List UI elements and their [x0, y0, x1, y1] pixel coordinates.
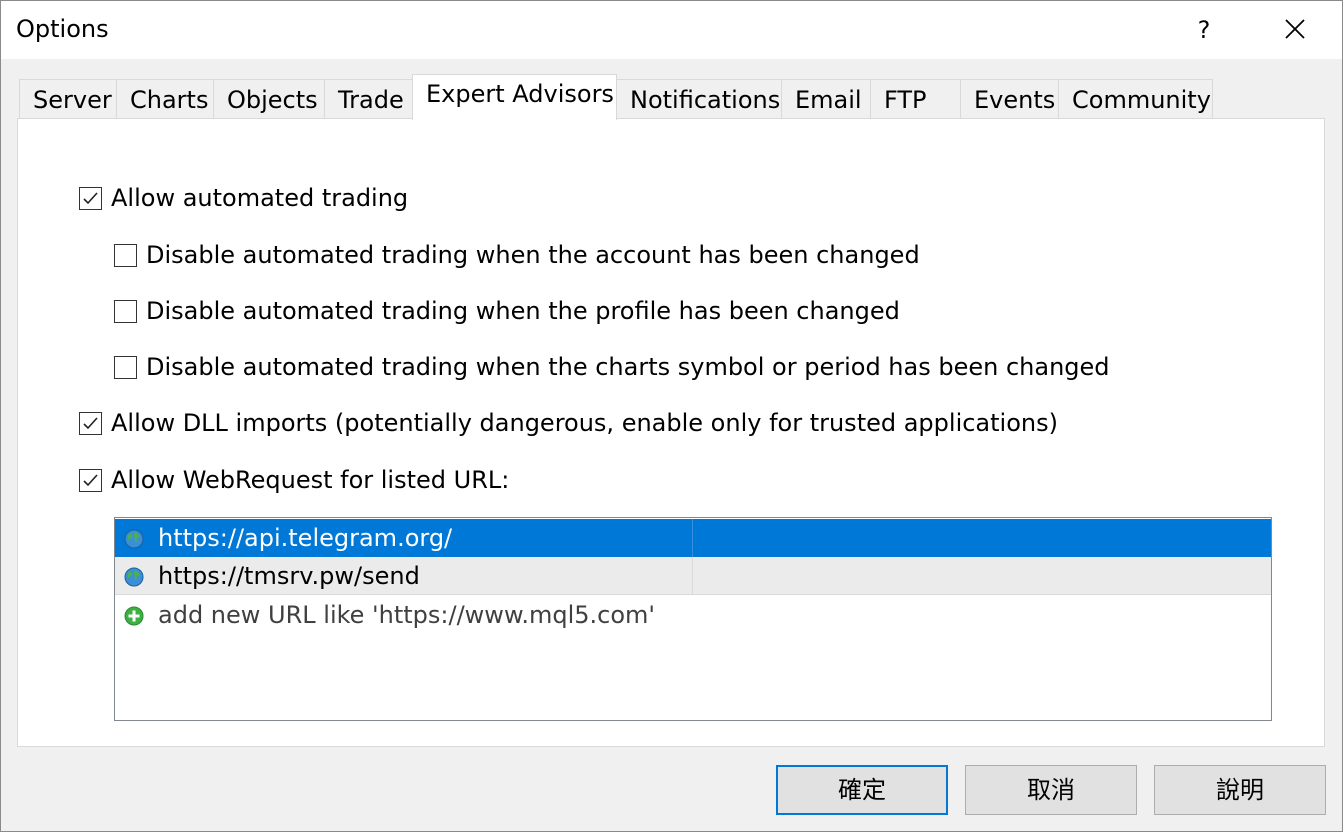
allow-dll-imports-option[interactable]: Allow DLL imports (potentially dangerous…: [79, 407, 1058, 439]
disable-on-profile-change-checkbox[interactable]: [114, 299, 137, 323]
add-url-placeholder: add new URL like 'https://www.mql5.com': [158, 601, 656, 629]
help-dialog-button[interactable]: 說明: [1154, 765, 1326, 815]
tab-email[interactable]: Email: [781, 79, 871, 118]
tab-charts[interactable]: Charts: [116, 79, 214, 118]
tab-strip: Server Charts Objects Trade Expert Advis…: [19, 74, 1319, 120]
allow-dll-imports-checkbox[interactable]: [79, 411, 102, 435]
checkmark-icon: [83, 191, 98, 204]
url-text: https://api.telegram.org/: [158, 524, 453, 552]
url-text: https://tmsrv.pw/send: [158, 562, 420, 590]
dialog-title: Options: [16, 15, 109, 43]
allow-webrequest-label: Allow WebRequest for listed URL:: [111, 466, 510, 494]
tab-notifications[interactable]: Notifications: [616, 79, 782, 118]
tab-expert-advisors[interactable]: Expert Advisors: [412, 74, 617, 120]
allow-automated-trading-label: Allow automated trading: [111, 184, 409, 212]
title-bar: Options ?: [1, 1, 1342, 59]
ok-button[interactable]: 確定: [776, 765, 948, 815]
checkmark-icon: [83, 473, 98, 486]
close-button[interactable]: [1271, 10, 1319, 50]
allow-automated-trading-option[interactable]: Allow automated trading: [79, 182, 408, 214]
tab-objects[interactable]: Objects: [213, 79, 325, 118]
tab-community[interactable]: Community: [1058, 79, 1213, 118]
checkmark-icon: [83, 416, 98, 429]
tab-events[interactable]: Events: [960, 79, 1059, 118]
allow-webrequest-checkbox[interactable]: [79, 468, 102, 492]
url-cell: https://api.telegram.org/: [115, 519, 693, 557]
tab-ftp[interactable]: FTP: [870, 79, 961, 118]
cancel-button[interactable]: 取消: [965, 765, 1137, 815]
options-dialog: Options ? Server Charts Objects Trade Ex…: [0, 0, 1343, 832]
close-icon: [1285, 19, 1305, 39]
disable-on-symbol-change-option[interactable]: Disable automated trading when the chart…: [114, 351, 1110, 383]
tab-server[interactable]: Server: [19, 79, 117, 118]
disable-on-account-change-checkbox[interactable]: [114, 243, 137, 267]
add-url-row[interactable]: add new URL like 'https://www.mql5.com': [115, 596, 1271, 634]
allow-webrequest-option[interactable]: Allow WebRequest for listed URL:: [79, 464, 509, 496]
globe-icon: [124, 529, 144, 549]
disable-on-profile-change-label: Disable automated trading when the profi…: [146, 297, 900, 325]
help-button[interactable]: ?: [1184, 11, 1224, 49]
expert-advisors-panel: Allow automated trading Disable automate…: [17, 118, 1325, 747]
allow-automated-trading-checkbox[interactable]: [79, 186, 102, 210]
disable-on-profile-change-option[interactable]: Disable automated trading when the profi…: [114, 295, 900, 327]
plus-circle-icon: [124, 606, 144, 626]
url-cell: https://tmsrv.pw/send: [115, 557, 693, 595]
url-list[interactable]: https://api.telegram.org/ https://tmsrv.…: [114, 517, 1272, 721]
disable-on-account-change-option[interactable]: Disable automated trading when the accou…: [114, 239, 920, 271]
disable-on-symbol-change-label: Disable automated trading when the chart…: [146, 353, 1110, 381]
url-list-item[interactable]: https://tmsrv.pw/send: [115, 557, 1271, 595]
disable-on-symbol-change-checkbox[interactable]: [114, 355, 137, 379]
disable-on-account-change-label: Disable automated trading when the accou…: [146, 241, 920, 269]
allow-dll-imports-label: Allow DLL imports (potentially dangerous…: [111, 409, 1058, 437]
tab-trade[interactable]: Trade: [324, 79, 413, 118]
globe-icon: [124, 567, 144, 587]
url-list-item[interactable]: https://api.telegram.org/: [115, 519, 1271, 557]
